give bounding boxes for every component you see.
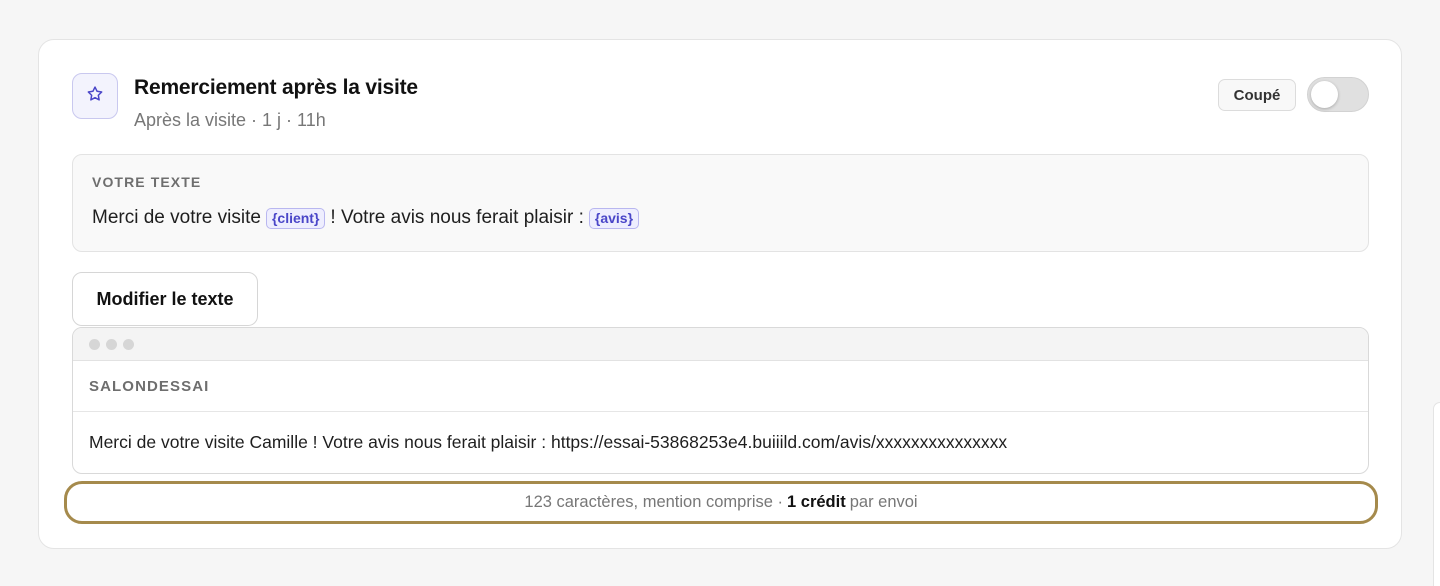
enable-toggle[interactable] [1307,77,1369,112]
credit-suffix: par envoi [849,493,918,511]
automation-title: Remerciement après la visite [134,76,418,99]
window-dot-icon [89,339,100,350]
edit-text-button[interactable]: Modifier le texte [72,272,258,326]
sms-preview: SALONDESSAI Merci de votre visite Camill… [72,327,1369,474]
character-count-text: 123 caractères, mention comprise · [524,493,784,511]
character-count-bar: 123 caractères, mention comprise · 1 cré… [64,481,1378,524]
window-dot-icon [106,339,117,350]
toggle-knob [1311,81,1338,108]
variable-chip-client: {client} [265,207,326,229]
automation-icon-tile [72,73,118,119]
preview-window-bar [73,328,1368,361]
credit-count: 1 crédit [787,493,846,511]
variable-chip-avis: {avis} [588,207,640,229]
status-badge: Coupé [1218,79,1296,111]
automation-card: Remerciement après la visite Après la vi… [38,39,1402,549]
template-text-box: VOTRE TEXTE Merci de votre visite {clien… [72,154,1369,252]
star-icon [86,85,104,108]
preview-sender: SALONDESSAI [73,361,1368,412]
window-dot-icon [123,339,134,350]
template-label: VOTRE TEXTE [92,174,202,190]
side-panel-edge [1433,402,1440,586]
template-text: Merci de votre visite {client} ! Votre a… [92,207,644,229]
template-text-middle: ! Votre avis nous ferait plaisir : [330,207,584,228]
automation-subtitle: Après la visite · 1 j · 11h [134,110,326,130]
preview-message: Merci de votre visite Camille ! Votre av… [89,431,1008,452]
template-text-before: Merci de votre visite [92,207,261,228]
